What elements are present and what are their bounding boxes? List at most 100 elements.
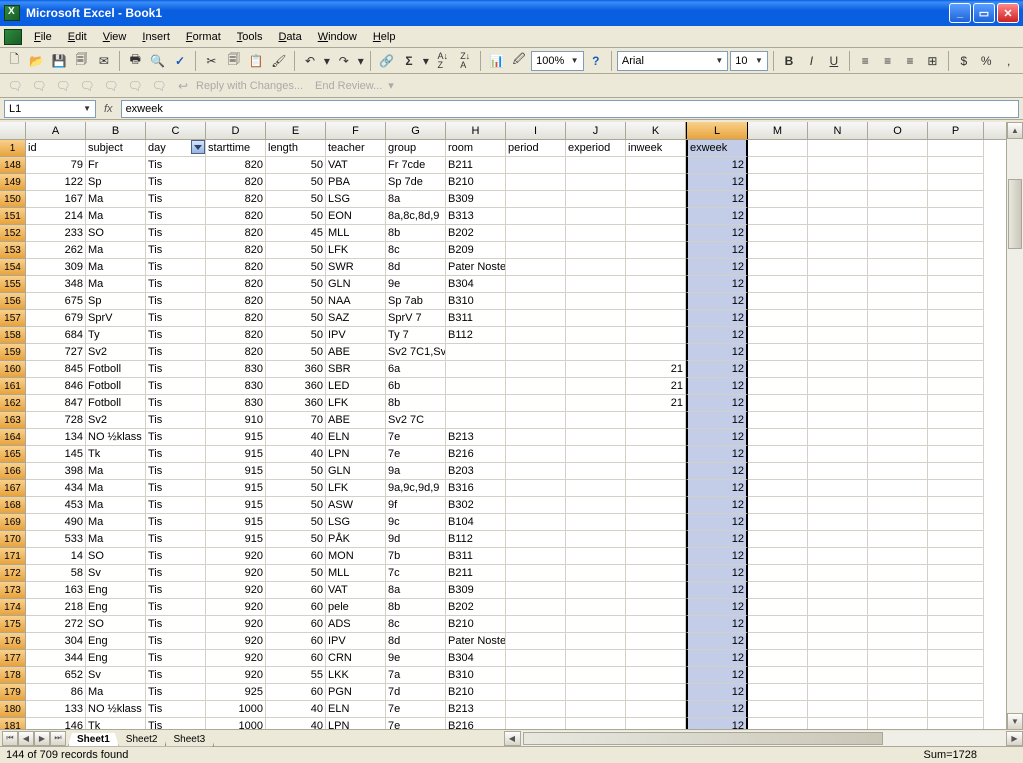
cell[interactable] xyxy=(626,344,686,361)
cell[interactable] xyxy=(626,514,686,531)
cell[interactable]: 12 xyxy=(686,174,748,191)
grid-body[interactable]: 1idsubjectdaystarttimelengthteachergroup… xyxy=(0,140,1006,730)
cell[interactable]: Ma xyxy=(86,514,146,531)
cell[interactable]: LED xyxy=(326,378,386,395)
cell[interactable]: 7c xyxy=(386,565,446,582)
row-header[interactable]: 155 xyxy=(0,276,26,293)
cell[interactable] xyxy=(506,259,566,276)
cell[interactable] xyxy=(506,599,566,616)
cell[interactable] xyxy=(566,633,626,650)
undo-icon[interactable]: ↶ xyxy=(300,50,320,72)
cell[interactable] xyxy=(808,242,868,259)
cell[interactable]: Sv xyxy=(86,667,146,684)
row-header[interactable]: 165 xyxy=(0,446,26,463)
cell[interactable] xyxy=(506,174,566,191)
cell[interactable] xyxy=(626,293,686,310)
cell[interactable]: SO xyxy=(86,225,146,242)
cell[interactable] xyxy=(626,310,686,327)
cell[interactable]: Tis xyxy=(146,327,206,344)
cell[interactable] xyxy=(868,531,928,548)
row-header[interactable]: 154 xyxy=(0,259,26,276)
cell[interactable]: 40 xyxy=(266,446,326,463)
cell[interactable] xyxy=(506,191,566,208)
cell[interactable]: 820 xyxy=(206,157,266,174)
cell[interactable]: MON xyxy=(326,548,386,565)
cell[interactable]: 40 xyxy=(266,429,326,446)
cell[interactable]: VAT xyxy=(326,582,386,599)
cell[interactable]: Ma xyxy=(86,276,146,293)
paste-icon[interactable]: 📋 xyxy=(246,50,266,72)
copy-icon[interactable]: 🗐 xyxy=(224,50,244,72)
menu-file[interactable]: File xyxy=(26,29,60,45)
cell[interactable] xyxy=(928,701,984,718)
cell[interactable] xyxy=(868,208,928,225)
help-icon[interactable]: ? xyxy=(586,50,606,72)
cell[interactable]: day xyxy=(146,140,206,157)
row-header[interactable]: 177 xyxy=(0,650,26,667)
cell[interactable]: 915 xyxy=(206,497,266,514)
column-header-K[interactable]: K xyxy=(626,122,686,139)
cell[interactable]: 21 xyxy=(626,361,686,378)
cell[interactable]: 398 xyxy=(26,463,86,480)
column-header-I[interactable]: I xyxy=(506,122,566,139)
cell[interactable] xyxy=(748,344,808,361)
cell[interactable]: 21 xyxy=(626,395,686,412)
hscroll-track[interactable] xyxy=(521,731,1007,746)
cell[interactable]: B309 xyxy=(446,582,506,599)
cell[interactable] xyxy=(626,174,686,191)
cell[interactable]: Pater Noster 1 xyxy=(446,633,506,650)
cell[interactable]: 820 xyxy=(206,191,266,208)
cell[interactable]: 820 xyxy=(206,225,266,242)
merge-center-icon[interactable]: ⊞ xyxy=(922,50,942,72)
cell[interactable] xyxy=(808,463,868,480)
cell[interactable] xyxy=(928,242,984,259)
row-header[interactable]: 174 xyxy=(0,599,26,616)
cell[interactable]: 12 xyxy=(686,191,748,208)
cell[interactable] xyxy=(748,327,808,344)
column-header-E[interactable]: E xyxy=(266,122,326,139)
cell[interactable]: 348 xyxy=(26,276,86,293)
cell[interactable]: 9c xyxy=(386,514,446,531)
bold-button[interactable]: B xyxy=(779,50,799,72)
cell[interactable]: 50 xyxy=(266,157,326,174)
workbook-icon[interactable] xyxy=(4,29,22,45)
cell[interactable]: 12 xyxy=(686,259,748,276)
cell[interactable]: 12 xyxy=(686,344,748,361)
cell[interactable] xyxy=(928,327,984,344)
cell[interactable]: B311 xyxy=(446,310,506,327)
cell[interactable]: 925 xyxy=(206,684,266,701)
cell[interactable]: GLN xyxy=(326,276,386,293)
cell[interactable] xyxy=(626,667,686,684)
cell[interactable]: id xyxy=(26,140,86,157)
print-preview-icon[interactable]: 🔍 xyxy=(147,50,167,72)
cell[interactable] xyxy=(506,412,566,429)
cell[interactable]: 12 xyxy=(686,514,748,531)
mail-icon[interactable]: ✉ xyxy=(94,50,114,72)
column-header-L[interactable]: L xyxy=(686,122,748,139)
cell[interactable] xyxy=(748,531,808,548)
cell[interactable]: Tis xyxy=(146,225,206,242)
cell[interactable]: 9a xyxy=(386,463,446,480)
cell[interactable]: LFK xyxy=(326,395,386,412)
cell[interactable]: Tis xyxy=(146,361,206,378)
cell[interactable]: 920 xyxy=(206,565,266,582)
maximize-button[interactable]: ▭ xyxy=(973,3,995,23)
cell[interactable]: 233 xyxy=(26,225,86,242)
column-header-F[interactable]: F xyxy=(326,122,386,139)
cell[interactable] xyxy=(928,582,984,599)
cell[interactable] xyxy=(626,684,686,701)
cell[interactable] xyxy=(566,259,626,276)
row-header[interactable]: 153 xyxy=(0,242,26,259)
cell[interactable]: 8a xyxy=(386,582,446,599)
cell[interactable]: 55 xyxy=(266,667,326,684)
cell[interactable]: 14 xyxy=(26,548,86,565)
cell[interactable]: B309 xyxy=(446,191,506,208)
cell[interactable] xyxy=(566,684,626,701)
cell[interactable]: Sp 7de xyxy=(386,174,446,191)
cell[interactable]: 360 xyxy=(266,395,326,412)
zoom-combo[interactable]: 100% ▼ xyxy=(531,51,583,71)
cell[interactable] xyxy=(868,616,928,633)
cell[interactable] xyxy=(808,480,868,497)
cell[interactable] xyxy=(748,514,808,531)
cell[interactable]: 12 xyxy=(686,582,748,599)
